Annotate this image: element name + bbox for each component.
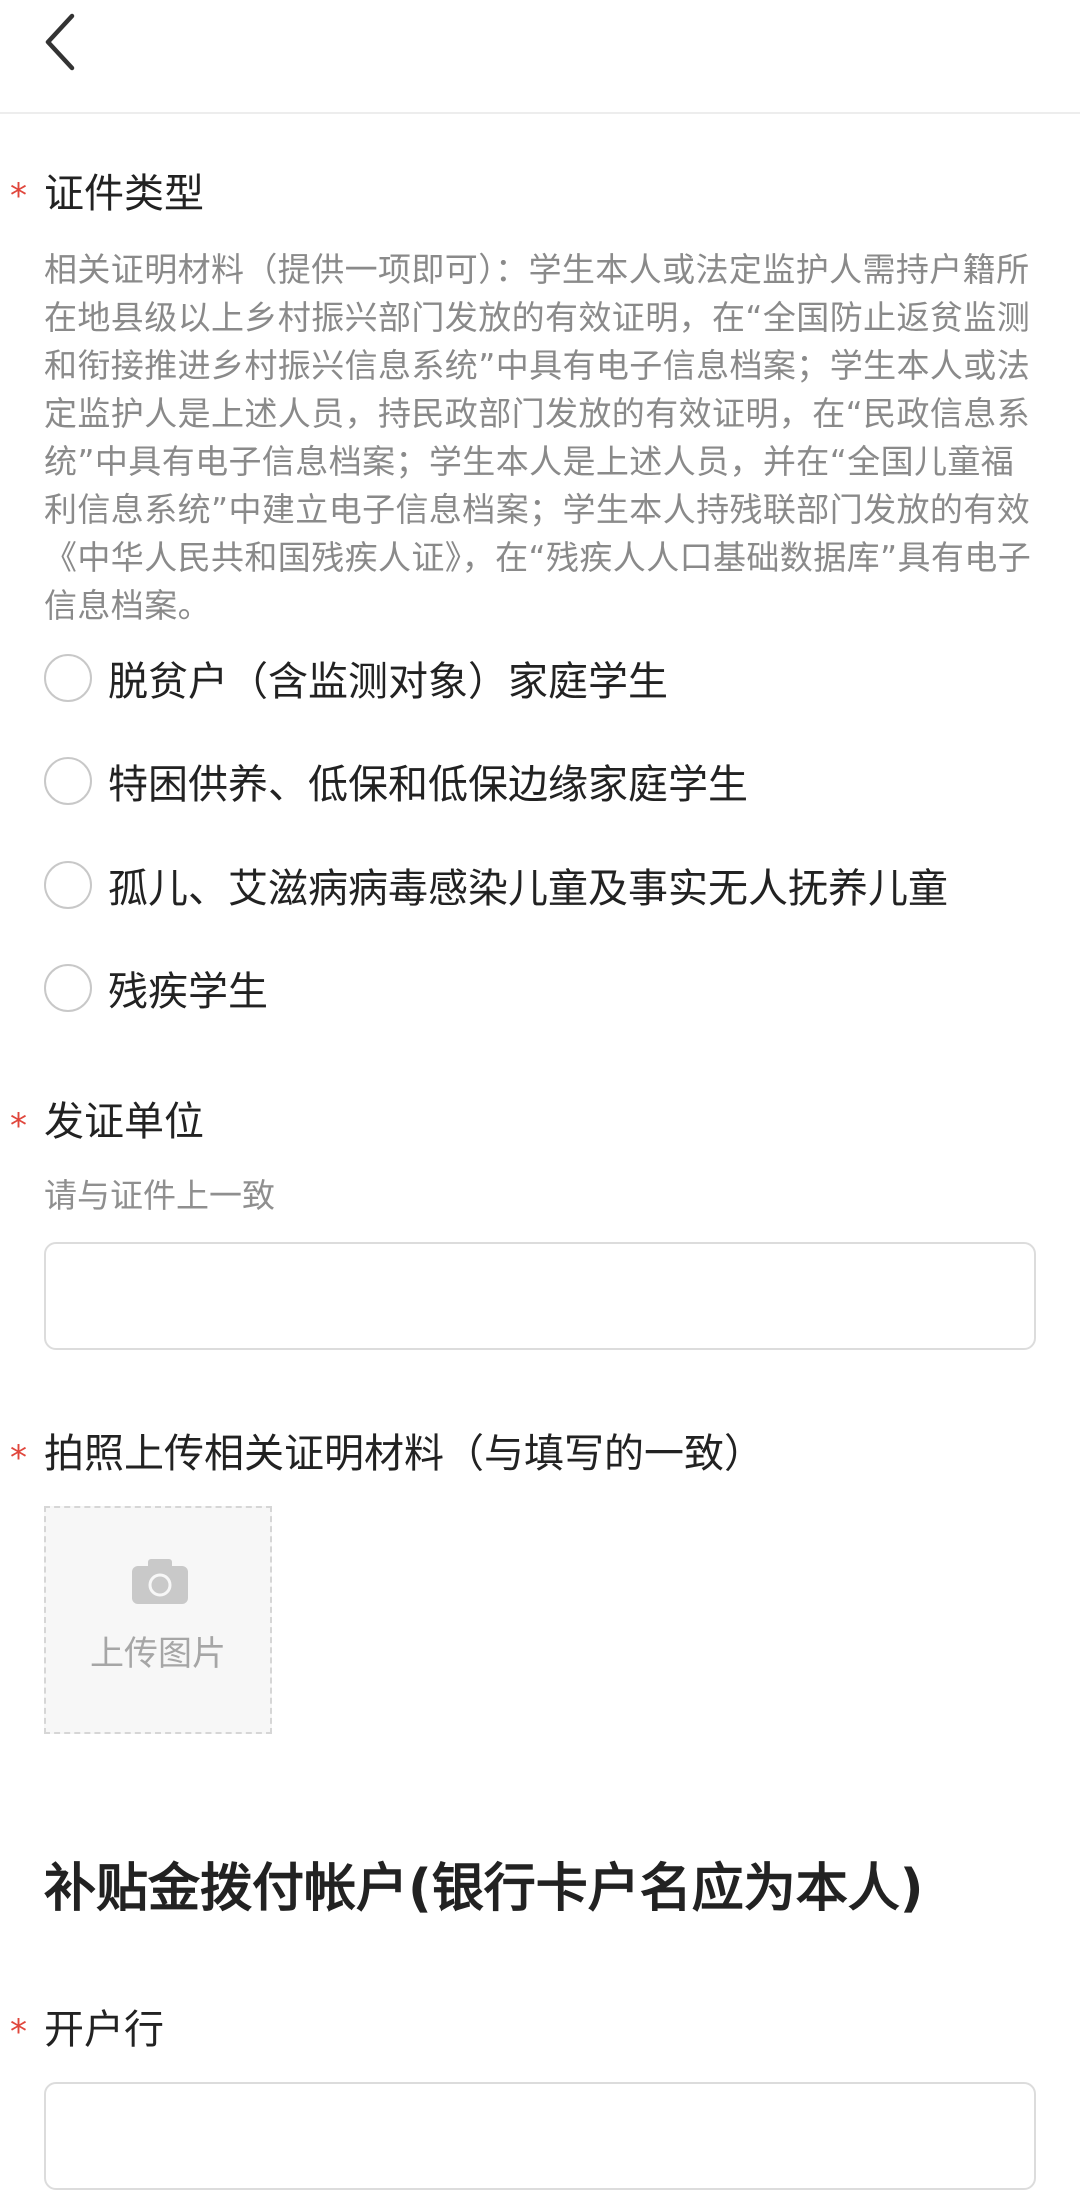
radio-label: 特困供养、低保和低保边缘家庭学生 [108,762,748,808]
bank-label: 开户行 [44,2007,164,2053]
radio-option-disabled-student[interactable]: 残疾学生 [44,958,268,1018]
radio-option-special-support[interactable]: 特困供养、低保和低保边缘家庭学生 [44,751,748,811]
radio-label: 脱贫户（含监测对象）家庭学生 [108,659,668,705]
cert-type-label: 证件类型 [44,171,204,217]
chevron-left-icon [45,13,75,71]
radio-label: 残疾学生 [108,969,268,1015]
required-asterisk: * [10,176,27,216]
required-asterisk: * [10,2012,27,2052]
required-asterisk: * [10,1438,27,1478]
account-section-heading: 补贴金拨付帐户(银行卡户名应为本人) [44,1859,924,1919]
radio-button[interactable] [44,964,92,1012]
camera-icon [132,1559,188,1604]
radio-option-poverty-household[interactable]: 脱贫户（含监测对象）家庭学生 [44,648,668,708]
photo-upload-label: 拍照上传相关证明材料（与填写的一致） [44,1431,764,1477]
back-button[interactable] [28,6,92,78]
bank-input[interactable] [44,2082,1036,2190]
required-asterisk: * [10,1106,27,1146]
radio-option-orphan[interactable]: 孤儿、艾滋病病毒感染儿童及事实无人抚养儿童 [44,855,948,915]
cert-type-help-text: 相关证明材料（提供一项即可）：学生本人或法定监护人需持户籍所在地县级以上乡村振兴… [44,250,1032,625]
upload-image-label: 上传图片 [90,1634,226,1674]
radio-label: 孤儿、艾滋病病毒感染儿童及事实无人抚养儿童 [108,866,948,912]
radio-button[interactable] [44,654,92,702]
issuer-hint: 请与证件上一致 [44,1176,275,1215]
issuer-label: 发证单位 [44,1099,204,1145]
upload-image-button[interactable]: 上传图片 [44,1506,272,1734]
radio-button[interactable] [44,757,92,805]
issuer-input[interactable] [44,1242,1036,1350]
radio-button[interactable] [44,861,92,909]
top-nav-bar [0,0,1080,114]
